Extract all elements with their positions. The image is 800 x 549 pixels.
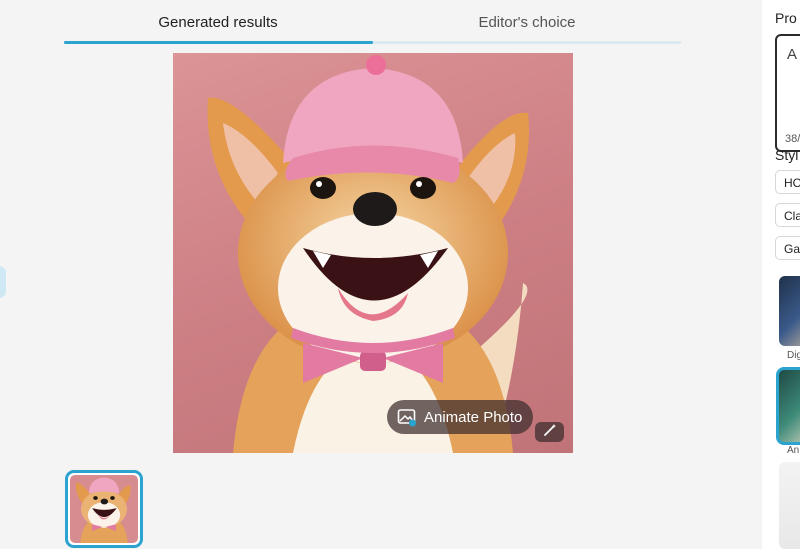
tab-editors-choice[interactable]: Editor's choice (373, 14, 681, 31)
thumbnail-image (70, 475, 138, 543)
right-settings-panel: Pro A c 38/ Styl HO Cla Ga Dig An (762, 0, 800, 549)
magic-wand-icon (543, 423, 557, 442)
animate-photo-button[interactable]: Animate Photo (387, 400, 533, 434)
result-thumbnail[interactable] (65, 470, 143, 548)
tab-active-indicator (64, 41, 373, 44)
style-chip-2[interactable]: Cla (775, 203, 800, 227)
style-card-3[interactable] (779, 462, 800, 549)
style-label: Styl (775, 147, 799, 163)
style-caption-digital: Dig (787, 350, 800, 361)
left-panel-handle[interactable] (0, 266, 6, 298)
prompt-input[interactable]: A c 38/ (775, 34, 800, 152)
magic-wand-button[interactable] (535, 422, 564, 442)
dog-illustration (207, 55, 529, 453)
prompt-text: A c (787, 46, 800, 63)
tab-generated-results[interactable]: Generated results (64, 14, 372, 31)
image-icon (397, 407, 417, 427)
prompt-char-count: 38/ (785, 133, 800, 145)
generated-image[interactable] (173, 53, 573, 453)
prompt-label: Pro (775, 10, 797, 26)
style-card-anime[interactable] (776, 367, 800, 445)
result-tabs: Generated results Editor's choice (64, 0, 681, 46)
style-chip-1[interactable]: HO (775, 170, 800, 194)
style-chip-3[interactable]: Ga (775, 236, 800, 260)
style-card-digital[interactable] (779, 276, 800, 346)
style-caption-anime: An (787, 445, 800, 456)
animate-photo-label: Animate Photo (424, 408, 523, 426)
